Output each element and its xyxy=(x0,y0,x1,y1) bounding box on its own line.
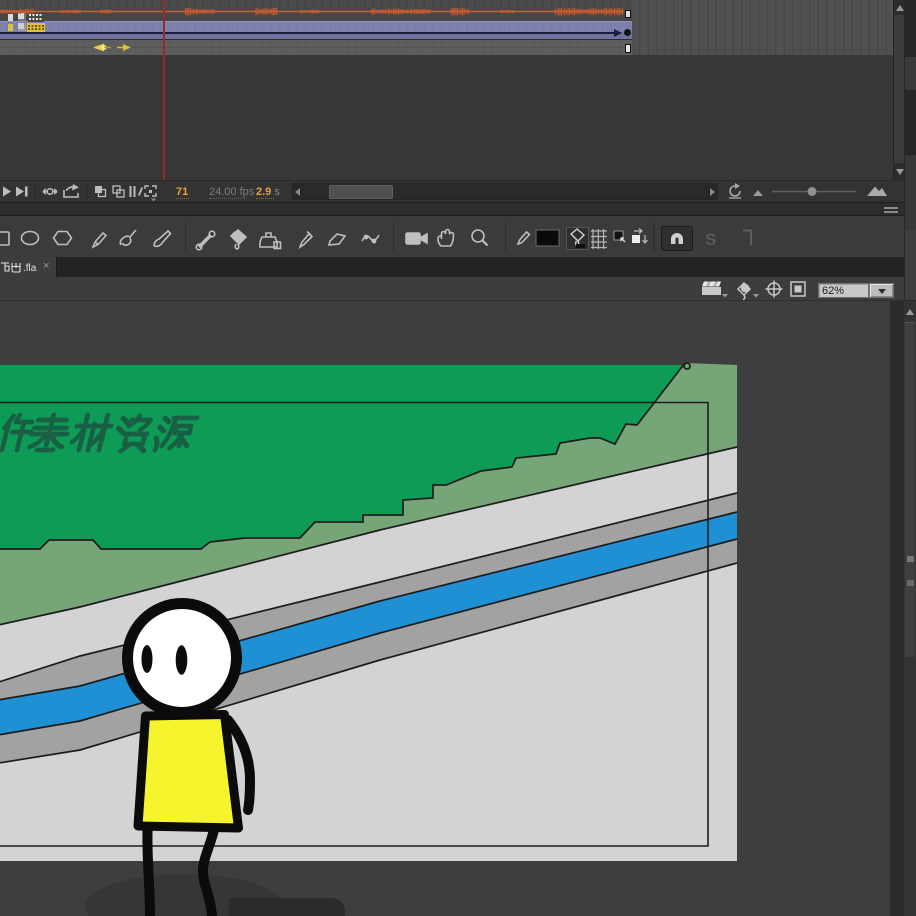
svg-text:.fla: .fla xyxy=(23,263,37,274)
svg-text:S: S xyxy=(705,230,716,249)
